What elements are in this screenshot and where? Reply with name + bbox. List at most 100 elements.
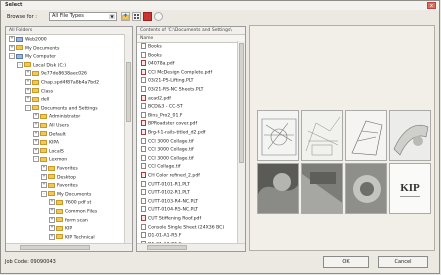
- expand-icon[interactable]: +: [9, 44, 15, 51]
- file-list-item[interactable]: 03/21-RS-NC Sheets.PLT: [141, 86, 203, 94]
- collapse-icon[interactable]: -: [41, 190, 47, 197]
- tree-item[interactable]: + Chap.spd4f87a8b4a7bd2: [25, 79, 99, 87]
- file-list-item[interactable]: acad2.pdf: [141, 94, 171, 103]
- tree-item[interactable]: - Lexmon: [33, 156, 67, 164]
- expand-icon[interactable]: +: [33, 147, 39, 154]
- tree-item[interactable]: + KIP: [49, 225, 72, 233]
- tree-item[interactable]: + Default: [33, 130, 66, 139]
- file-list-item[interactable]: Brg-f-1-rails-titled_d2.pdf: [141, 129, 205, 137]
- file-list-item[interactable]: CUTT-0102-R1.PLT: [141, 189, 190, 197]
- tree-item[interactable]: - My Computer: [9, 53, 56, 61]
- tree-vertical-scrollbar[interactable]: [124, 34, 132, 244]
- file-list-item[interactable]: CUTT-0101-R1.PLT: [141, 180, 190, 189]
- expand-icon[interactable]: +: [41, 165, 47, 171]
- folder-tree-pane[interactable]: All Folders + Web2000 + My Documents - My Com…: [5, 26, 133, 252]
- file-list-vertical-scrollbar[interactable]: [237, 41, 245, 244]
- tree-item[interactable]: + All Users: [33, 122, 69, 130]
- file-list-item[interactable]: CUTT-0103-R4-NC.PLT: [141, 197, 198, 206]
- file-list-item[interactable]: Console Single Sheet (24X36 BC): [141, 223, 224, 232]
- expand-icon[interactable]: +: [33, 122, 39, 128]
- file-list-item[interactable]: 04078a.pdf: [141, 60, 174, 68]
- tree-item[interactable]: +9e77de8638aec026: [25, 70, 87, 78]
- tree-scroll-thumb[interactable]: [126, 62, 131, 122]
- tree-item[interactable]: + dell: [25, 96, 49, 104]
- file-name: CUTT-0104-R5-NC.PLT: [148, 207, 199, 213]
- file-list-item[interactable]: CCI 3000 Collage.tif: [141, 146, 194, 154]
- tree-item[interactable]: + Favorites: [41, 165, 78, 173]
- file-list-item[interactable]: CUTT-0104-R5-NC.PLT: [141, 206, 198, 214]
- kip-logo-tile: KIP: [389, 163, 431, 214]
- tree-item[interactable]: + Web2000: [9, 36, 47, 44]
- file-list-item[interactable]: Books: [141, 43, 162, 51]
- expand-icon[interactable]: +: [49, 216, 55, 223]
- column-header-name[interactable]: Name: [137, 35, 245, 43]
- expand-icon[interactable]: +: [49, 225, 55, 232]
- expand-icon[interactable]: +: [49, 208, 55, 214]
- tree-item[interactable]: +7600 pdf st: [49, 199, 91, 207]
- tree-item[interactable]: + Administrator: [33, 113, 80, 121]
- file-list-item[interactable]: 03/21-PS-Lifting.PLT: [141, 77, 193, 85]
- file-list-item[interactable]: CCI Collage.tif: [141, 163, 181, 171]
- refresh-icon[interactable]: [154, 12, 163, 21]
- file-type-select[interactable]: All File Types ▼: [49, 12, 117, 21]
- file-list-item[interactable]: CCI 3000 Collage.tif: [141, 137, 194, 146]
- tree-horizontal-scrollbar[interactable]: [6, 243, 132, 251]
- tree-item[interactable]: + Class: [25, 87, 53, 96]
- collapse-icon[interactable]: -: [17, 61, 23, 68]
- tree-item[interactable]: + Desktop: [41, 173, 76, 182]
- tree-item[interactable]: - Local Disk (C:): [17, 61, 66, 70]
- collapse-icon[interactable]: -: [33, 156, 39, 163]
- title-bar[interactable]: Select x: [1, 1, 439, 10]
- collapse-icon[interactable]: -: [9, 53, 15, 60]
- file-list-item[interactable]: BCD&3 - CC-ST: [141, 103, 183, 111]
- expand-icon[interactable]: +: [33, 130, 39, 137]
- expand-icon[interactable]: +: [25, 70, 31, 77]
- view-icon[interactable]: [132, 12, 141, 21]
- up-folder-icon[interactable]: [121, 12, 130, 21]
- file-list-scroll-thumb[interactable]: [239, 43, 244, 163]
- file-icon: [141, 43, 146, 49]
- collapse-icon[interactable]: -: [25, 104, 31, 111]
- file-list-item[interactable]: CCI 3000 Collage.tif: [141, 154, 194, 163]
- tree-hscroll-thumb[interactable]: [20, 245, 90, 250]
- file-list-item[interactable]: Books: [141, 51, 162, 60]
- tree-item[interactable]: + form scan: [49, 216, 88, 225]
- folder-icon: [56, 208, 63, 214]
- file-list-item[interactable]: CUT Stiffening Roof.pdf: [141, 215, 201, 223]
- file-name: CCI McDesign Complete.pdf: [148, 70, 213, 76]
- file-list-hscroll-thumb[interactable]: [147, 245, 187, 250]
- expand-icon[interactable]: +: [41, 173, 47, 180]
- tree-item[interactable]: + KIPA: [33, 139, 59, 147]
- tree-item[interactable]: - Documents and Settings: [25, 104, 98, 113]
- cancel-button[interactable]: Cancel: [378, 256, 428, 268]
- expand-icon[interactable]: +: [25, 87, 31, 94]
- tree-item[interactable]: + My Documents: [9, 44, 59, 53]
- file-name: Books: [148, 44, 162, 50]
- expand-icon[interactable]: +: [33, 113, 39, 120]
- ok-button[interactable]: OK: [323, 256, 369, 268]
- file-list-pane[interactable]: Contents of 'C:\Documents and Settings\ …: [136, 26, 246, 252]
- expand-icon[interactable]: +: [25, 79, 31, 85]
- close-button[interactable]: x: [427, 2, 436, 9]
- file-list-item[interactable]: CH Color refined_2.pdf: [141, 172, 200, 180]
- file-list-item[interactable]: CCI McDesign Complete.pdf: [141, 68, 213, 77]
- expand-icon[interactable]: +: [49, 233, 55, 240]
- tree-item[interactable]: + Common Files: [49, 208, 97, 216]
- tree-item[interactable]: + KIP Technical: [49, 233, 95, 242]
- file-icon: [141, 163, 146, 170]
- tree-item-label: 9e77de8638aec026: [41, 71, 87, 77]
- file-list-item[interactable]: BPRoadster cover.pdf: [141, 120, 197, 128]
- file-list-item[interactable]: Bins_Pro2_01.F: [141, 111, 182, 120]
- expand-icon[interactable]: +: [25, 96, 31, 103]
- expand-icon[interactable]: +: [41, 182, 47, 189]
- file-list-horizontal-scrollbar[interactable]: [137, 243, 245, 251]
- tree-item[interactable]: + Favorites: [41, 182, 78, 190]
- expand-icon[interactable]: +: [33, 139, 39, 146]
- file-icon: [141, 103, 146, 110]
- tree-item[interactable]: + LocalS: [33, 147, 64, 156]
- tree-item[interactable]: - My Documents: [41, 190, 91, 199]
- edit-icon[interactable]: [143, 12, 152, 21]
- expand-icon[interactable]: +: [49, 199, 55, 206]
- expand-icon[interactable]: +: [9, 36, 15, 42]
- file-list-item[interactable]: D1-01-A1-R5.F: [141, 232, 181, 240]
